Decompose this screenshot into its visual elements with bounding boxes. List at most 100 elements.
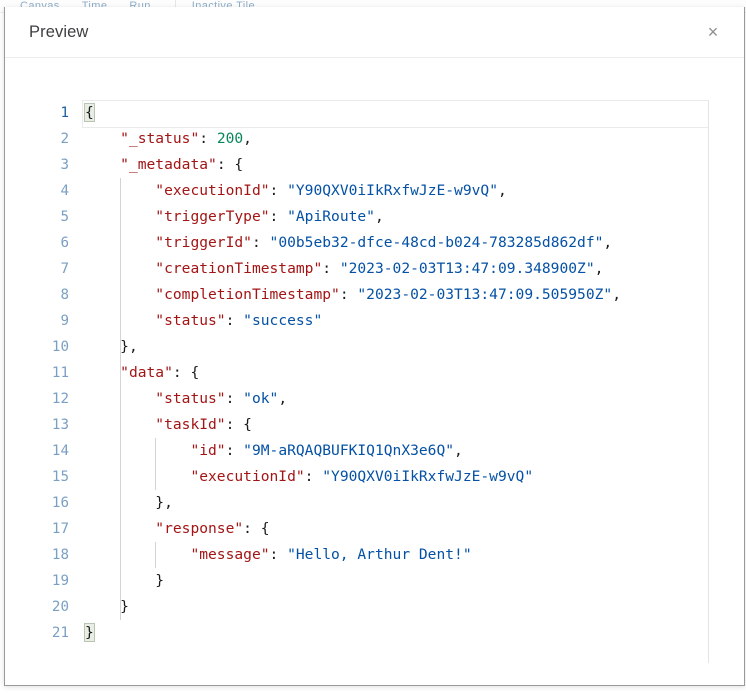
line-number-gutter: 123456789101112131415161718192021: [27, 100, 79, 663]
editor-vertical-scrollbar[interactable]: [712, 100, 726, 663]
code-token-str: "ok": [243, 390, 278, 407]
code-line[interactable]: {: [85, 100, 708, 126]
code-token-punct: :: [199, 130, 217, 147]
code-indent: [85, 312, 155, 329]
code-token-key: "taskId": [155, 416, 225, 433]
line-number: 10: [27, 334, 79, 360]
line-number: 17: [27, 516, 79, 542]
code-line[interactable]: }: [85, 568, 708, 594]
code-token-punct: ,: [278, 390, 287, 407]
code-line[interactable]: "message": "Hello, Arthur Dent!": [85, 542, 708, 568]
code-token-key: "response": [155, 520, 243, 537]
code-token-str: "ApiRoute": [287, 208, 375, 225]
code-token-punct: :: [243, 520, 261, 537]
code-token-brace: {: [261, 520, 270, 537]
bracket-match-token: }: [85, 624, 94, 641]
code-indent: [85, 338, 120, 355]
code-line[interactable]: "taskId": {: [85, 412, 708, 438]
code-token-brace: }: [155, 572, 164, 589]
code-token-punct: ,: [129, 338, 138, 355]
code-indent: [85, 598, 120, 615]
code-token-str: "success": [243, 312, 322, 329]
code-token-punct: ,: [164, 494, 173, 511]
code-token-punct: :: [252, 234, 270, 251]
code-line[interactable]: }: [85, 594, 708, 620]
code-indent: [85, 468, 190, 485]
page-title: Preview: [29, 23, 88, 42]
code-token-brace: }: [120, 598, 129, 615]
code-line[interactable]: "triggerId": "00b5eb32-dfce-48cd-b024-78…: [85, 230, 708, 256]
code-token-key: "_metadata": [120, 156, 217, 173]
code-token-key: "message": [190, 546, 269, 563]
line-number: 3: [27, 152, 79, 178]
code-line[interactable]: "data": {: [85, 360, 708, 386]
code-line[interactable]: "triggerType": "ApiRoute",: [85, 204, 708, 230]
code-token-str: "Hello, Arthur Dent!": [287, 546, 472, 563]
code-indent: [85, 442, 190, 459]
code-line[interactable]: "completionTimestamp": "2023-02-03T13:47…: [85, 282, 708, 308]
code-line[interactable]: "_status": 200,: [85, 126, 708, 152]
code-indent: [85, 286, 155, 303]
code-line[interactable]: "creationTimestamp": "2023-02-03T13:47:0…: [85, 256, 708, 282]
code-indent: [85, 390, 155, 407]
code-token-str: "9M-aRQAQBUFKIQ1QnX3e6Q": [243, 442, 454, 459]
code-token-punct: :: [226, 390, 244, 407]
line-number: 1: [27, 100, 79, 126]
line-number: 18: [27, 542, 79, 568]
line-number: 15: [27, 464, 79, 490]
code-token-punct: :: [270, 546, 288, 563]
code-token-brace: {: [243, 416, 252, 433]
scrollbar-thumb-bottom[interactable]: [712, 128, 726, 162]
code-token-punct: :: [217, 156, 235, 173]
code-line[interactable]: },: [85, 334, 708, 360]
code-token-punct: :: [270, 208, 288, 225]
code-indent: [85, 156, 120, 173]
code-indent: [85, 130, 120, 147]
code-token-key: "status": [155, 390, 225, 407]
json-code-editor[interactable]: 123456789101112131415161718192021 { "_st…: [27, 100, 726, 663]
line-number: 4: [27, 178, 79, 204]
code-line[interactable]: "response": {: [85, 516, 708, 542]
code-token-str: "00b5eb32-dfce-48cd-b024-783285d862df": [270, 234, 604, 251]
scrollbar-thumb-top[interactable]: [712, 100, 726, 128]
editor-right-rule: [708, 100, 709, 663]
code-content[interactable]: { "_status": 200, "_metadata": { "execut…: [85, 100, 708, 663]
code-line[interactable]: "id": "9M-aRQAQBUFKIQ1QnX3e6Q",: [85, 438, 708, 464]
code-token-punct: :: [305, 468, 323, 485]
code-line[interactable]: "_metadata": {: [85, 152, 708, 178]
code-token-num: 200: [217, 130, 243, 147]
code-token-punct: ,: [595, 260, 604, 277]
code-line[interactable]: "executionId": "Y90QXV0iIkRxfwJzE-w9vQ": [85, 464, 708, 490]
line-number: 11: [27, 360, 79, 386]
code-line[interactable]: "status": "success": [85, 308, 708, 334]
code-token-punct: ,: [498, 182, 507, 199]
line-number: 14: [27, 438, 79, 464]
code-token-punct: ,: [603, 234, 612, 251]
code-indent: [85, 234, 155, 251]
code-token-punct: ,: [243, 130, 252, 147]
line-number: 7: [27, 256, 79, 282]
code-line[interactable]: }: [85, 620, 708, 646]
code-line[interactable]: "status": "ok",: [85, 386, 708, 412]
line-number: 5: [27, 204, 79, 230]
code-token-punct: ,: [375, 208, 384, 225]
code-indent: [85, 208, 155, 225]
code-token-punct: ,: [454, 442, 463, 459]
code-token-punct: :: [226, 312, 244, 329]
code-indent: [85, 572, 155, 589]
line-number: 9: [27, 308, 79, 334]
code-token-str: "Y90QXV0iIkRxfwJzE-w9vQ": [287, 182, 498, 199]
code-token-key: "data": [120, 364, 173, 381]
code-line[interactable]: "executionId": "Y90QXV0iIkRxfwJzE-w9vQ",: [85, 178, 708, 204]
code-line[interactable]: },: [85, 490, 708, 516]
code-token-punct: ,: [612, 286, 621, 303]
dialog-body: 123456789101112131415161718192021 { "_st…: [5, 58, 744, 685]
preview-dialog: Preview × 123456789101112131415161718192…: [4, 7, 745, 686]
code-token-punct: :: [340, 286, 358, 303]
code-token-brace: }: [155, 494, 164, 511]
code-token-punct: :: [270, 182, 288, 199]
code-token-punct: :: [226, 442, 244, 459]
line-number: 19: [27, 568, 79, 594]
close-icon[interactable]: ×: [698, 17, 728, 47]
code-token-key: "triggerType": [155, 208, 269, 225]
